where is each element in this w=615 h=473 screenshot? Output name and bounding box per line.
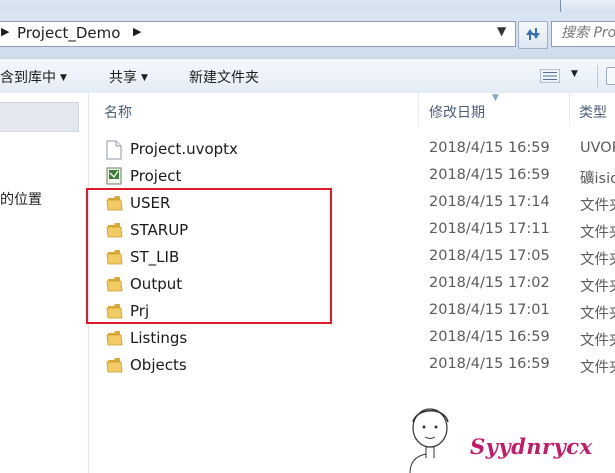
file-type: UVOP bbox=[580, 140, 615, 156]
breadcrumb-chevron-icon[interactable]: ▶ bbox=[133, 25, 141, 38]
include-in-library-label: 含到库中 bbox=[0, 70, 56, 86]
new-folder-label: 新建文件夹 bbox=[189, 70, 259, 86]
file-modified-date: 2018/4/15 17:02 bbox=[429, 275, 550, 291]
search-input[interactable] bbox=[552, 22, 615, 44]
file-modified-date: 2018/4/15 16:59 bbox=[429, 140, 550, 156]
refresh-icon bbox=[526, 28, 540, 40]
refresh-button[interactable] bbox=[518, 21, 548, 49]
uvision-project-icon bbox=[106, 167, 122, 189]
view-options-icon[interactable] bbox=[540, 69, 560, 83]
file-modified-date: 2018/4/15 17:11 bbox=[429, 221, 550, 237]
file-name: Project bbox=[130, 167, 182, 185]
toolbar: 含到库中 ▼ 共享 ▼ 新建文件夹 ▼ bbox=[0, 58, 615, 94]
address-history-dropdown-icon[interactable]: ▼ bbox=[497, 24, 506, 38]
chevron-down-icon: ▼ bbox=[60, 73, 67, 83]
breadcrumb-chevron-icon[interactable]: ▶ bbox=[1, 25, 9, 38]
file-type: 文件夹 bbox=[580, 306, 615, 322]
file-modified-date: 2018/4/15 16:59 bbox=[429, 329, 550, 345]
file-row[interactable]: Project 2018/4/15 16:59 礦isio bbox=[100, 163, 615, 190]
include-in-library-button[interactable]: 含到库中 ▼ bbox=[0, 67, 67, 87]
column-header-row: 名称 ▼ 修改日期 类型 bbox=[89, 93, 615, 126]
column-header-type[interactable]: 类型 bbox=[579, 102, 607, 122]
folder-icon bbox=[106, 356, 124, 378]
nav-item-locations[interactable]: 的位置 bbox=[0, 189, 42, 209]
file-name: Project.uvoptx bbox=[130, 140, 238, 158]
share-button[interactable]: 共享 ▼ bbox=[109, 67, 148, 87]
column-header-name[interactable]: 名称 bbox=[104, 102, 132, 122]
file-modified-date: 2018/4/15 17:05 bbox=[429, 248, 550, 264]
file-name: Listings bbox=[130, 329, 188, 347]
column-divider[interactable] bbox=[418, 93, 419, 126]
view-dropdown-icon[interactable]: ▼ bbox=[571, 69, 578, 79]
navigation-pane: 的位置 bbox=[0, 93, 89, 473]
file-modified-date: 2018/4/15 17:01 bbox=[429, 302, 550, 318]
file-type: 文件夹 bbox=[580, 333, 615, 349]
file-type: 文件夹 bbox=[580, 360, 615, 376]
toolbar-divider bbox=[597, 65, 598, 87]
file-type: 文件夹 bbox=[580, 198, 615, 214]
document-icon bbox=[106, 140, 122, 164]
address-bar[interactable]: ▶ Project_Demo ▶ ▼ bbox=[0, 21, 516, 47]
folder-icon bbox=[106, 329, 124, 351]
share-label: 共享 bbox=[109, 70, 137, 86]
file-row[interactable]: Listings 2018/4/15 16:59 文件夹 bbox=[100, 325, 615, 352]
breadcrumb-project-demo[interactable]: Project_Demo bbox=[17, 24, 120, 42]
column-divider[interactable] bbox=[569, 93, 570, 126]
file-row[interactable]: Objects 2018/4/15 16:59 文件夹 bbox=[100, 352, 615, 379]
file-modified-date: 2018/4/15 16:59 bbox=[429, 356, 550, 372]
column-header-date[interactable]: 修改日期 bbox=[429, 102, 485, 122]
sort-indicator-icon: ▼ bbox=[492, 93, 499, 103]
file-type: 礦isio bbox=[580, 171, 615, 187]
file-type: 文件夹 bbox=[580, 225, 615, 241]
chevron-down-icon: ▼ bbox=[141, 73, 148, 83]
file-type: 文件夹 bbox=[580, 252, 615, 268]
file-name: Objects bbox=[130, 356, 187, 374]
title-bar bbox=[0, 0, 615, 12]
file-modified-date: 2018/4/15 16:59 bbox=[429, 167, 550, 183]
search-box[interactable] bbox=[551, 21, 615, 47]
new-folder-button[interactable]: 新建文件夹 bbox=[189, 67, 259, 87]
preview-pane-button[interactable] bbox=[606, 67, 615, 85]
file-row[interactable]: Project.uvoptx 2018/4/15 16:59 UVOP bbox=[100, 136, 615, 163]
file-type: 文件夹 bbox=[580, 279, 615, 295]
address-row: ▶ Project_Demo ▶ ▼ bbox=[0, 12, 615, 58]
file-modified-date: 2018/4/15 17:14 bbox=[429, 194, 550, 210]
watermark-text: Syydnrycx bbox=[470, 434, 593, 459]
highlight-annotation-box bbox=[86, 188, 332, 324]
nav-selected-item[interactable] bbox=[0, 102, 79, 132]
